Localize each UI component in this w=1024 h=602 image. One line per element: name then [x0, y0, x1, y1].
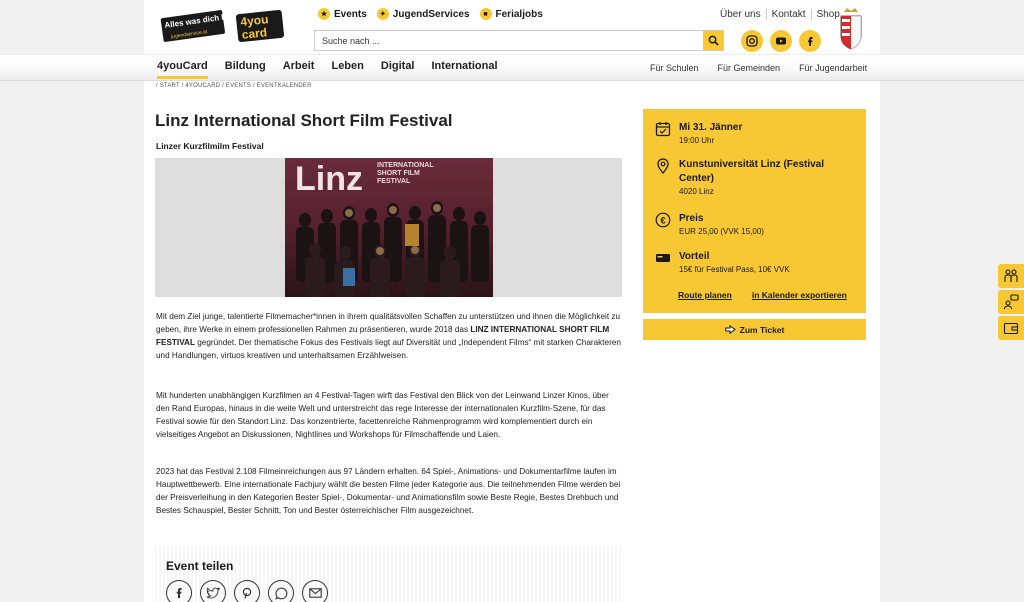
- wallet-icon: [1003, 322, 1019, 335]
- info-location: Kunstuniversität Linz (Festival Center) …: [655, 158, 849, 198]
- logo-jugendservice[interactable]: Alles was dich bewegt! jugendservice.at: [160, 8, 226, 46]
- events-icon: ★: [318, 8, 330, 20]
- calendar-icon: [655, 122, 671, 137]
- calendar-export-link[interactable]: in Kalender exportieren: [752, 290, 847, 300]
- link-kontakt[interactable]: Kontakt: [767, 9, 812, 20]
- side-tabs: [998, 264, 1024, 342]
- toplink-ferialjobs-label: Ferialjobs: [495, 8, 543, 20]
- toplink-events[interactable]: ★ Events: [318, 8, 367, 20]
- twitter-icon[interactable]: [200, 580, 226, 602]
- search-bar: [314, 30, 724, 51]
- side-tab-contact[interactable]: [998, 264, 1024, 288]
- nav-main: 4youCard Bildung Arbeit Leben Digital In…: [157, 60, 498, 79]
- body-paragraph-2: Mit hunderten unabhängigen Kurzfilmen an…: [156, 391, 609, 439]
- info-price-value: EUR 25,00 (VVK 15,00): [679, 227, 764, 236]
- search-icon: [708, 35, 719, 46]
- side-tab-chat[interactable]: [998, 290, 1024, 314]
- info-date-title: Mi 31. Jänner: [679, 122, 743, 133]
- toplink-ferialjobs[interactable]: ■ Ferialjobs: [479, 8, 543, 20]
- facebook-icon[interactable]: [799, 30, 821, 52]
- share-section: Event teilen: [155, 546, 622, 602]
- info-date-time: 19:00 Uhr: [679, 136, 715, 145]
- event-image-frame: Linz INTERNATIONAL SHORT FILM FESTIVAL: [155, 158, 622, 297]
- svg-text:€: €: [660, 216, 665, 226]
- pinterest-icon[interactable]: [234, 580, 260, 602]
- ticket-button[interactable]: Zum Ticket: [643, 319, 866, 340]
- nav-digital[interactable]: Digital: [381, 60, 415, 79]
- breadcrumb[interactable]: / START / 4YOUCARD / EVENTS / EVENTKALEN…: [156, 83, 312, 89]
- share-icons: [166, 580, 328, 602]
- jobs-icon: ■: [479, 8, 492, 20]
- header: Alles was dich bewegt! jugendservice.at …: [0, 0, 1024, 56]
- nav-4youcard[interactable]: 4youCard: [157, 60, 208, 79]
- whatsapp-icon[interactable]: [268, 580, 294, 602]
- search-button[interactable]: [703, 31, 723, 50]
- upper-austria-crest-icon: [840, 8, 862, 50]
- facebook-icon[interactable]: [166, 580, 192, 602]
- nav-fuer-gemeinden[interactable]: Für Gemeinden: [718, 63, 781, 73]
- photo-linz-text: Linz: [295, 160, 363, 198]
- info-price-title: Preis: [679, 213, 704, 224]
- route-planen-link[interactable]: Route planen: [678, 290, 732, 300]
- card-icon: [656, 254, 670, 262]
- info-benefit-title: Vorteil: [679, 251, 710, 262]
- services-icon: ✦: [376, 8, 389, 20]
- nav-fuer-jugendarbeit[interactable]: Für Jugendarbeit: [799, 63, 867, 73]
- toplink-jugendservices-label: JugendServices: [392, 8, 470, 20]
- utility-links: Über uns Kontakt Shop: [715, 9, 845, 20]
- email-icon[interactable]: [302, 580, 328, 602]
- toplink-jugendservices[interactable]: ✦ JugendServices: [376, 8, 470, 20]
- page-title: Linz International Short Film Festival: [155, 111, 453, 130]
- people-icon: [1004, 269, 1018, 282]
- nav-leben[interactable]: Leben: [331, 60, 363, 79]
- link-ueber-uns[interactable]: Über uns: [715, 9, 767, 20]
- nav-secondary: Für Schulen Für Gemeinden Für Jugendarbe…: [650, 63, 867, 73]
- info-price: € Preis EUR 25,00 (VVK 15,00): [655, 212, 764, 238]
- main-navigation: 4youCard Bildung Arbeit Leben Digital In…: [0, 54, 1024, 81]
- info-benefit-value: 15€ für Festival Pass, 10€ VVK: [679, 265, 790, 274]
- instagram-icon[interactable]: [741, 30, 763, 52]
- share-title: Event teilen: [166, 559, 234, 573]
- nav-fuer-schulen[interactable]: Für Schulen: [650, 63, 699, 73]
- search-input[interactable]: [315, 31, 703, 50]
- info-place-city: 4020 Linz: [679, 187, 714, 196]
- ticket-button-label: Zum Ticket: [739, 324, 785, 335]
- arrow-right-icon: [724, 325, 736, 334]
- info-benefit: Vorteil 15€ für Festival Pass, 10€ VVK: [655, 250, 790, 276]
- event-photo[interactable]: Linz INTERNATIONAL SHORT FILM FESTIVAL: [285, 158, 493, 297]
- nav-international[interactable]: International: [432, 60, 498, 79]
- toplink-events-label: Events: [334, 8, 367, 20]
- info-place-title: Kunstuniversität Linz (Festival Center): [679, 159, 825, 184]
- nav-bildung[interactable]: Bildung: [225, 60, 266, 79]
- youtube-icon[interactable]: [770, 30, 792, 52]
- photo-festival-text-box: INTERNATIONAL SHORT FILM FESTIVAL: [377, 162, 434, 185]
- body-paragraph-3: 2023 hat das Festival 2.108 Filmeinreich…: [156, 467, 621, 515]
- location-pin-icon: [657, 158, 669, 174]
- card-logo-text: 4you card: [239, 12, 270, 42]
- info-links: Route planen in Kalender exportieren: [678, 290, 847, 300]
- body-p1-part-c: gegründet. Der thematische Fokus des Fes…: [156, 338, 621, 360]
- photo-festival-text: INTERNATIONAL SHORT FILM FESTIVAL: [377, 162, 434, 185]
- body-paragraph-1: Mit dem Ziel junge, talentierte Filmemac…: [156, 310, 622, 362]
- info-date: Mi 31. Jänner 19:00 Uhr: [655, 121, 742, 147]
- logo-4youcard[interactable]: 4you card: [235, 9, 285, 43]
- side-tab-card[interactable]: [998, 316, 1024, 340]
- nav-arbeit[interactable]: Arbeit: [283, 60, 315, 79]
- event-info-box: Mi 31. Jänner 19:00 Uhr Kunstuniversität…: [643, 109, 866, 313]
- group-photo-illustration: Linz INTERNATIONAL SHORT FILM FESTIVAL: [295, 160, 489, 297]
- top-links: ★ Events ✦ JugendServices ■ Ferialjobs: [318, 8, 543, 20]
- chat-person-icon: [1003, 294, 1019, 310]
- euro-icon: €: [655, 212, 671, 228]
- event-subtitle: Linzer Kurzfilmilm Festival: [156, 141, 264, 151]
